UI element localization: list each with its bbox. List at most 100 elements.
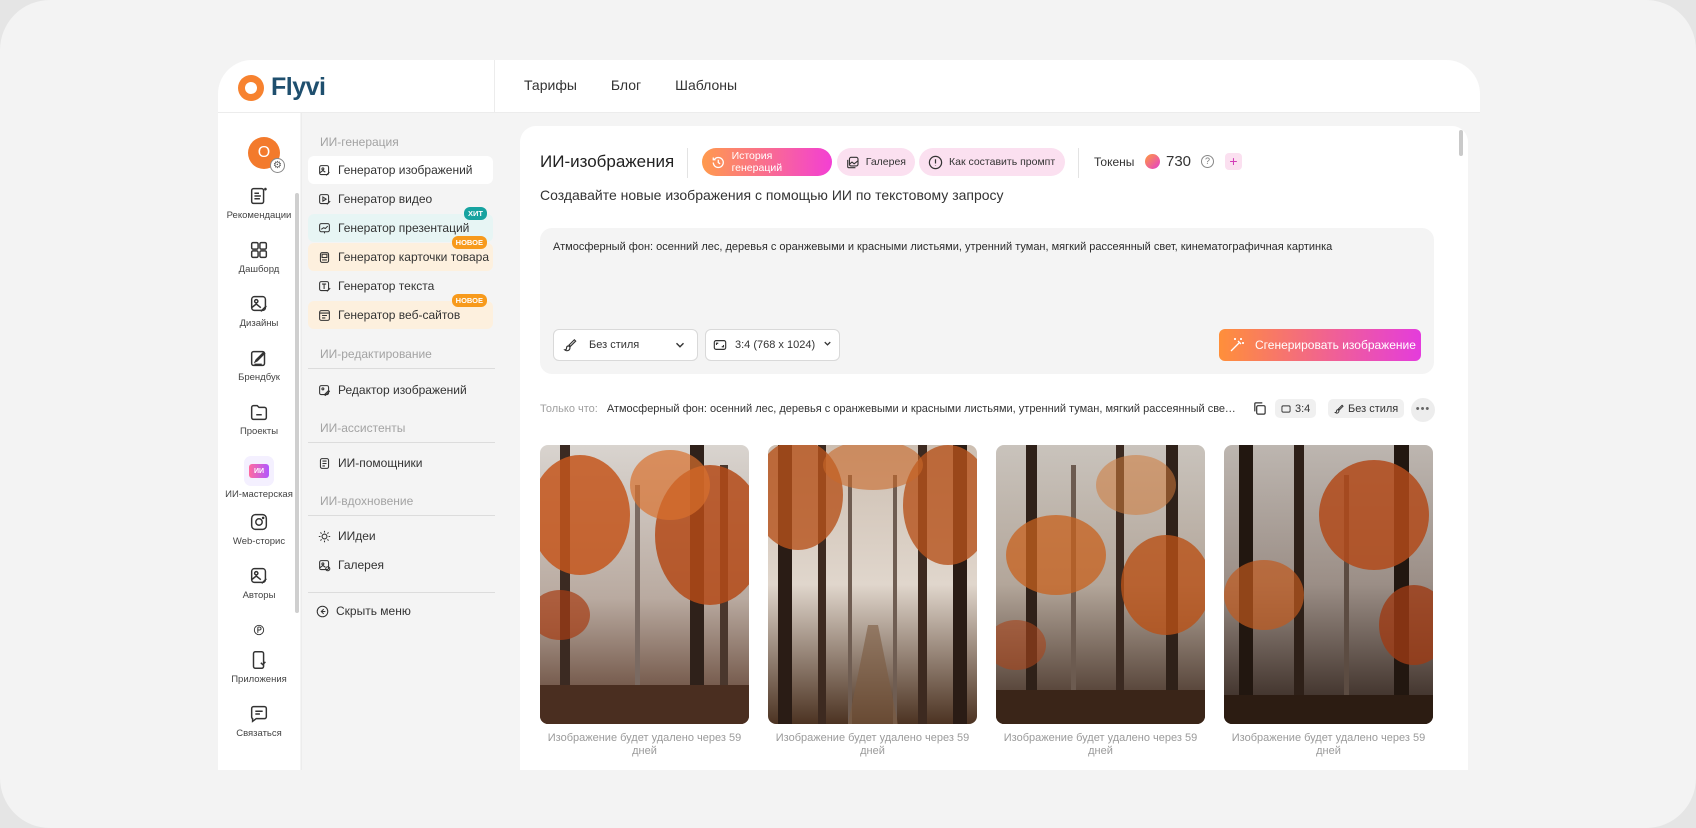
generated-image-4[interactable] — [1224, 445, 1433, 724]
section-ai-assistants: ИИ-ассистенты — [320, 421, 406, 435]
generated-image-2[interactable] — [768, 445, 977, 724]
menu-item-label: Генератор изображений — [338, 163, 473, 177]
recommendations-icon — [250, 187, 267, 205]
presentation-generator-icon — [319, 222, 330, 233]
tokens-value: 730 — [1166, 153, 1192, 170]
style-tag: Без стиля — [1328, 399, 1405, 418]
menu-item-label: Генератор презентаций — [338, 221, 470, 235]
settings-gear-icon[interactable]: ⚙ — [270, 158, 285, 173]
forest-image — [540, 445, 749, 724]
page-title: ИИ-изображения — [540, 152, 675, 171]
generated-image-3[interactable] — [996, 445, 1205, 724]
prompt-box[interactable]: Атмосферный фон: осенний лес, деревья с … — [540, 228, 1434, 374]
info-icon — [928, 155, 943, 169]
generate-image-button[interactable]: Сгенерировать изображение — [1219, 329, 1421, 361]
ai-workshop-icon: ИИ — [244, 456, 274, 486]
rail-item-apps[interactable]: Приложения — [218, 649, 300, 685]
aspect-ratio-icon — [1281, 404, 1291, 413]
aspect-ratio-select[interactable]: 3:4 (768 x 1024) — [705, 329, 840, 361]
add-tokens-button[interactable]: + — [1225, 153, 1242, 170]
ratio-tag-label: 3:4 — [1295, 402, 1311, 415]
section-divider — [308, 442, 495, 443]
gallery-button[interactable]: Галерея — [837, 148, 915, 176]
assistants-icon — [319, 457, 330, 469]
more-options-button[interactable]: ••• — [1411, 398, 1435, 422]
image-expiry-caption: Изображение будет удалено через 59 дней — [1003, 732, 1198, 757]
style-select[interactable]: Без стиля — [553, 329, 698, 361]
recent-generation-bar: Только что: Атмосферный фон: осенний лес… — [540, 398, 1435, 422]
menu-item-image-generator[interactable]: Генератор изображений — [308, 156, 493, 184]
rail-item-brandbook[interactable]: Брендбук — [218, 347, 300, 383]
rail-item-web-stories[interactable]: Web-сторис — [218, 511, 300, 547]
rail-item-recommendations[interactable]: Рекомендации — [218, 185, 300, 221]
flyvi-logo[interactable]: Flyvi — [238, 73, 326, 102]
menu-item-label: Галерея — [338, 558, 385, 572]
rail-item-partial[interactable] — [218, 623, 300, 637]
ratio-tag: 3:4 — [1275, 399, 1317, 418]
logo-icon — [238, 74, 264, 101]
gallery-label: Галерея — [865, 156, 906, 168]
rail-item-dashboard[interactable]: Дашборд — [218, 239, 300, 275]
rail-item-ai-workshop[interactable]: ИИ ИИ-мастерская — [218, 456, 300, 500]
top-header: Flyvi Тарифы Блог Шаблоны — [218, 60, 1480, 113]
new-badge: НОВОЕ — [451, 294, 487, 307]
menu-item-website-generator[interactable]: Генератор веб-сайтов НОВОЕ — [308, 294, 493, 329]
section-divider — [308, 592, 495, 593]
prompt-guide-button[interactable]: Как составить промпт — [919, 148, 1065, 176]
menu-item-ai-assistants[interactable]: ИИ-помощники — [308, 449, 493, 477]
rail-scrollbar[interactable] — [295, 193, 299, 613]
history-label: История генераций — [731, 150, 783, 174]
screen-background: Flyvi Тарифы Блог Шаблоны O ⚙ Рекомендац… — [0, 0, 1696, 828]
rail-item-contact[interactable]: Связаться — [218, 703, 300, 739]
rail-label: Дашборд — [238, 264, 280, 275]
nav-blog-link[interactable]: Блог — [611, 77, 641, 93]
new-badge: НОВОЕ — [451, 236, 487, 249]
rail-item-projects[interactable]: Проекты — [218, 401, 300, 437]
magic-wand-icon — [1230, 338, 1244, 352]
menu-item-ai-ideas[interactable]: ИИдеи — [308, 522, 493, 550]
rail-label: Рекомендации — [226, 210, 292, 221]
prompt-guide-label: Как составить промпт — [949, 156, 1056, 168]
generated-image-1[interactable] — [540, 445, 749, 724]
menu-item-product-card-generator[interactable]: Генератор карточки товара НОВОЕ — [308, 236, 493, 271]
designs-icon — [250, 295, 267, 312]
chevron-down-icon — [824, 341, 831, 346]
menu-item-gallery[interactable]: Галерея — [308, 551, 493, 579]
section-ai-generation: ИИ-генерация — [320, 135, 399, 149]
menu-item-label: ИИдеи — [338, 529, 376, 543]
ai-menu-panel: ИИ-генерация Генератор изображений Генер… — [301, 113, 496, 770]
section-divider — [308, 515, 495, 516]
brandbook-icon — [250, 350, 266, 367]
phone-icon — [252, 651, 266, 669]
content-scrollbar[interactable] — [1459, 130, 1463, 156]
nav-tariffs-link[interactable]: Тарифы — [524, 77, 577, 93]
main-content-card: ИИ-изображения История генераций Галерея… — [520, 126, 1468, 770]
icon-sidebar: O ⚙ Рекомендации Дашборд Дизайны Брендбу… — [218, 113, 300, 770]
folder-icon — [250, 404, 268, 421]
history-button[interactable]: История генераций — [702, 148, 832, 176]
rail-label: Брендбук — [238, 372, 280, 383]
rail-item-authors[interactable]: Авторы — [218, 565, 300, 601]
help-icon[interactable]: ? — [1201, 155, 1214, 168]
prompt-textarea[interactable]: Атмосферный фон: осенний лес, деревья с … — [553, 241, 1332, 253]
text-generator-icon — [319, 280, 331, 292]
aspect-ratio-value: 3:4 (768 x 1024) — [735, 339, 816, 351]
rail-label: Авторы — [242, 590, 276, 601]
chat-icon — [250, 705, 268, 723]
app-window: Flyvi Тарифы Блог Шаблоны O ⚙ Рекомендац… — [218, 60, 1480, 770]
token-coin-icon — [1145, 154, 1160, 169]
rail-label: Проекты — [239, 426, 279, 437]
hide-menu-button[interactable]: Скрыть меню — [308, 597, 493, 625]
rail-label: Дизайны — [239, 318, 279, 329]
rail-label: ИИ-мастерская — [225, 489, 293, 500]
arrow-left-circle-icon — [316, 605, 329, 617]
menu-item-label: Редактор изображений — [338, 383, 467, 397]
product-card-icon — [319, 251, 330, 263]
recent-prompt: Атмосферный фон: осенний лес, деревья с … — [606, 403, 1237, 415]
copy-icon[interactable] — [1252, 401, 1267, 416]
nav-templates-link[interactable]: Шаблоны — [675, 77, 737, 93]
tokens-divider — [1078, 148, 1079, 178]
menu-item-image-editor[interactable]: Редактор изображений — [308, 376, 493, 404]
rail-item-designs[interactable]: Дизайны — [218, 293, 300, 329]
image-generator-icon — [319, 164, 330, 176]
